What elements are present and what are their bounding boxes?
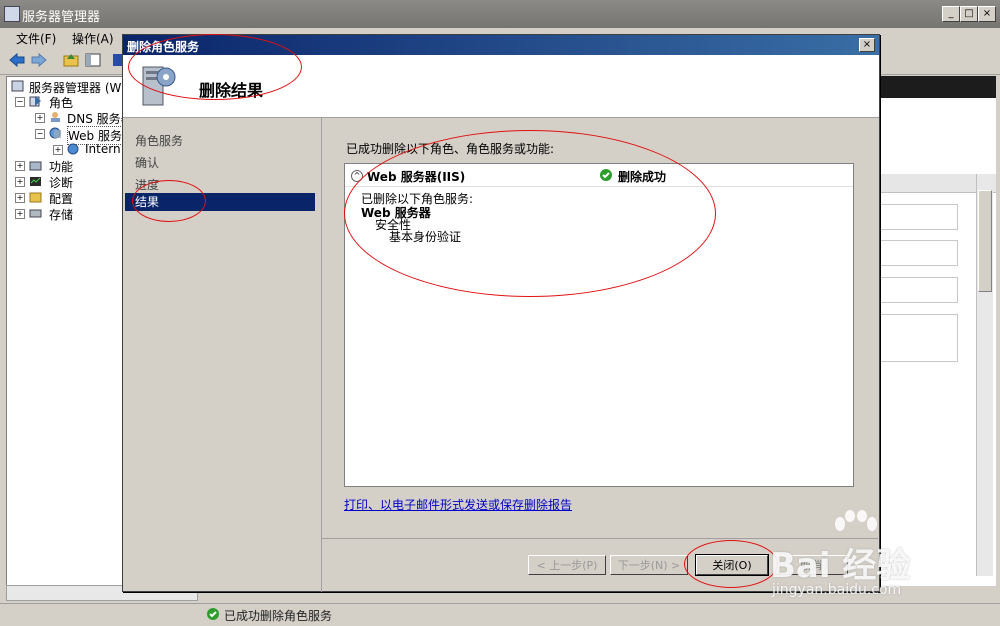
dialog-close-button[interactable]: × [859,38,875,52]
details-box [880,314,958,362]
step-role-services[interactable]: 角色服务 [135,132,183,149]
tree-item-diagnostics[interactable]: 诊断 [49,174,73,191]
diagnostics-icon [30,177,41,186]
tree-item-storage[interactable]: 存储 [49,206,73,223]
up-folder-icon[interactable] [62,52,80,68]
next-button[interactable]: 下一步(N) > [610,555,688,575]
main-window-title: 服务器管理器 [22,10,101,25]
features-icon [29,161,42,171]
step-confirmation[interactable]: 确认 [135,154,159,171]
success-status-icon [207,608,219,620]
main-title-bar: 服务器管理器 _ □ × [0,0,1000,28]
dns-server-icon [51,112,60,122]
back-arrow-icon[interactable] [8,52,26,68]
details-header-bar [878,76,996,98]
remove-role-services-dialog: 删除角色服务 × 删除结果 角色服务 确认 进度 结果 已成功删除以下角色、角色… [122,34,880,592]
navigation-tree: 服务器管理器 (WI − 角色 + DNS 服务器 − Web 服务器 + In… [6,76,135,588]
close-window-button[interactable]: × [978,6,996,22]
storage-icon [29,209,42,218]
status-text: 已成功删除角色服务 [224,609,333,623]
menu-file[interactable]: 文件(F) [16,30,56,47]
vertical-scroll-thumb[interactable] [978,190,992,292]
tree-item-features[interactable]: 功能 [49,158,73,175]
annotation-ellipse [684,540,778,588]
details-box [880,277,958,303]
web-server-icon [49,127,61,139]
server-manager-icon [4,6,20,22]
expand-configuration-icon[interactable]: + [15,193,25,203]
tree-item-roles[interactable]: 角色 [49,94,73,111]
expand-storage-icon[interactable]: + [15,209,25,219]
forward-arrow-icon[interactable] [30,52,48,68]
menu-action[interactable]: 操作(A) [72,30,114,47]
tree-item-root[interactable]: 服务器管理器 (WI [29,79,125,96]
show-hide-tree-icon[interactable] [84,52,102,68]
configuration-icon [29,192,42,203]
minimize-button[interactable]: _ [942,6,960,22]
collapse-roles-icon[interactable]: − [15,97,25,107]
tree-item-configuration[interactable]: 配置 [49,190,73,207]
roles-icon [29,96,41,107]
expand-features-icon[interactable]: + [15,161,25,171]
watermark-main-text: Bai 经验 [770,546,911,586]
expand-internet-icon[interactable]: + [53,145,63,155]
status-bar: 已成功删除角色服务 [0,603,1000,626]
iis-manager-icon [67,143,79,155]
previous-button[interactable]: < 上一步(P) [528,555,606,575]
details-box [880,240,958,266]
collapse-web-icon[interactable]: − [35,129,45,139]
tree-item-internet[interactable]: Intern [85,142,121,156]
server-manager-tree-icon [11,80,24,92]
expand-diagnostics-icon[interactable]: + [15,177,25,187]
watermark-url: jingyan.baidu.com [772,582,902,598]
annotation-ellipse [132,180,206,222]
maximize-button[interactable]: □ [960,6,978,22]
expand-dns-icon[interactable]: + [35,113,45,123]
annotation-ellipse [128,34,302,100]
annotation-ellipse [344,130,716,297]
report-link[interactable]: 打印、以电子邮件形式发送或保存删除报告 [344,498,572,512]
details-box [880,204,958,230]
